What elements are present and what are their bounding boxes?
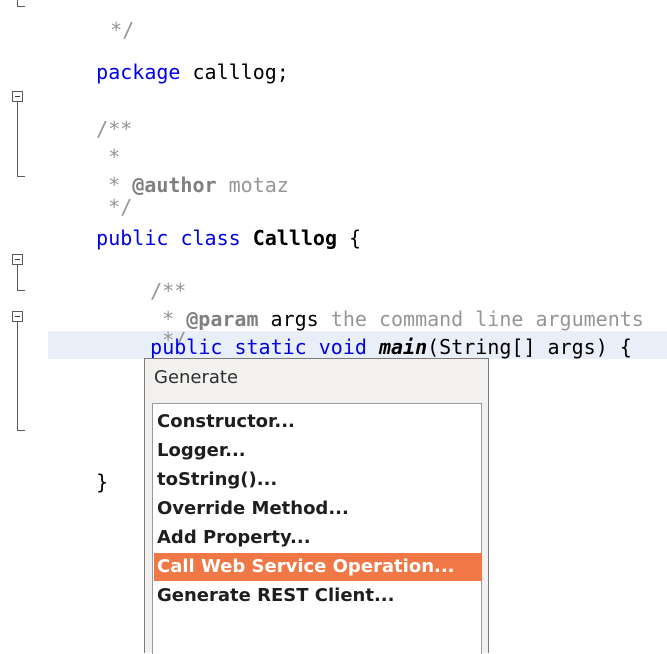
code-line-class-close: } (48, 440, 108, 494)
code-line-method-decl: public static void main(String[] args) { (102, 305, 632, 359)
generate-options-list[interactable]: Constructor... Logger... toString()... O… (152, 403, 482, 654)
code-line-comment-end: */ (62, 0, 134, 42)
class-name: Calllog (252, 226, 338, 250)
fold-toggle-class-doc-icon[interactable] (12, 91, 23, 102)
generate-item-call-web-service[interactable]: Call Web Service Operation... (154, 553, 482, 581)
code-line-doc-close: */ (60, 165, 132, 219)
generate-item-tostring[interactable]: toString()... (154, 466, 482, 494)
fold-line-method-doc (17, 265, 18, 290)
fold-end-method-doc (17, 290, 25, 291)
generate-item-constructor[interactable]: Constructor... (154, 408, 482, 436)
generate-popup[interactable]: Generate Constructor... Logger... toStri… (144, 358, 489, 654)
popup-title: Generate (154, 367, 239, 388)
generate-item-rest-client[interactable]: Generate REST Client... (154, 582, 482, 610)
javadoc-tag: @author (132, 173, 217, 197)
fold-line-method (17, 322, 18, 430)
code-line-method-doc-open: /** (102, 249, 186, 303)
comment-text: motaz (216, 173, 289, 197)
code-line-class-decl: public class Calllog { (48, 196, 361, 250)
fold-toggle-method-icon[interactable] (12, 311, 23, 322)
method-name: main (378, 335, 428, 359)
fold-end-top (17, 6, 25, 7)
keyword: package (96, 60, 181, 84)
generate-item-logger[interactable]: Logger... (154, 437, 482, 465)
code-line-param: * @param args the command line arguments (114, 277, 644, 331)
code-line-package: package calllog; (48, 30, 289, 84)
method-signature: (String[] args) { (427, 335, 632, 359)
brace: { (337, 226, 362, 250)
code-line-doc-open: /** (48, 87, 132, 141)
generate-item-override-method[interactable]: Override Method... (154, 495, 482, 523)
brace: } (96, 470, 109, 494)
fold-end-method (17, 430, 25, 431)
generate-item-add-property[interactable]: Add Property... (154, 524, 482, 552)
keyword: class (168, 226, 253, 250)
fold-end-class-doc (17, 176, 25, 177)
code-line-doc-star: * (60, 115, 120, 169)
fold-toggle-method-doc-icon[interactable] (12, 254, 23, 265)
package-name: calllog; (180, 60, 289, 84)
keyword: public (96, 226, 169, 250)
keyword: public static void (150, 335, 379, 359)
fold-line-class-doc (17, 102, 18, 176)
